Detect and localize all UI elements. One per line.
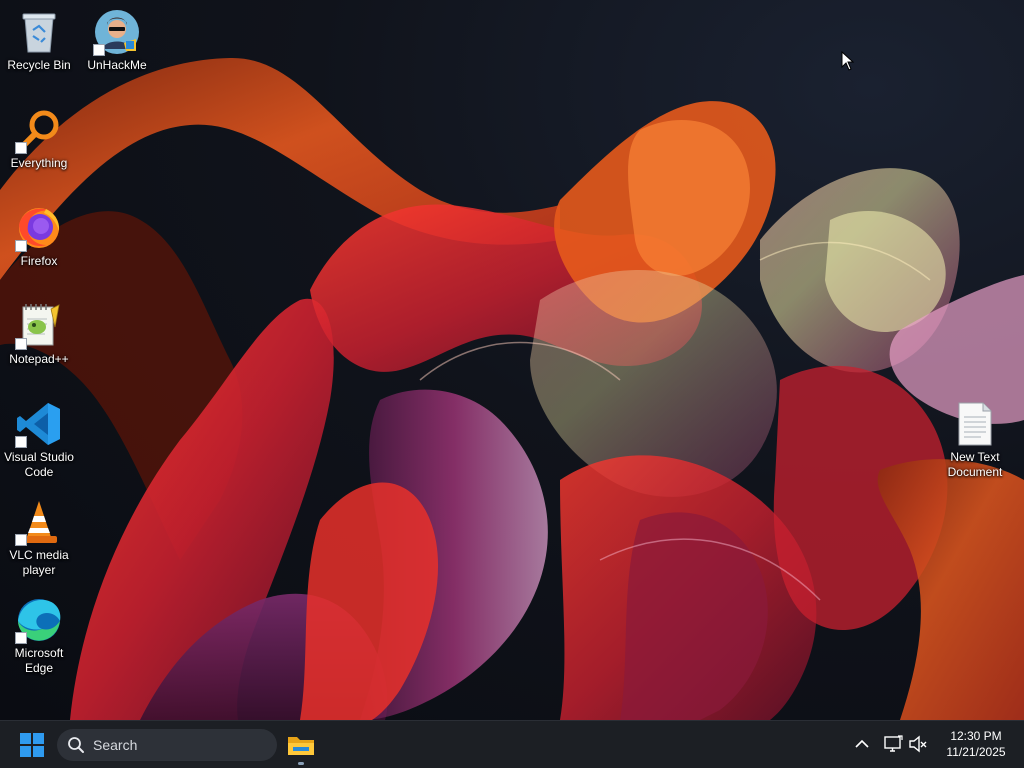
desktop-icon-firefox[interactable]: Firefox (0, 204, 78, 269)
vscode-icon (15, 400, 63, 448)
clock-date: 11/21/2025 (946, 745, 1006, 759)
desktop-icon-notepad-plus-plus[interactable]: Notepad++ (0, 302, 78, 367)
firefox-icon (15, 204, 63, 252)
shortcut-arrow-icon (15, 534, 27, 546)
desktop-icon-everything[interactable]: Everything (0, 106, 78, 171)
network-icon (884, 735, 903, 752)
everything-search-icon (15, 106, 63, 154)
desktop-icon-vscode[interactable]: Visual Studio Code (0, 400, 78, 480)
shortcut-arrow-icon (15, 338, 27, 350)
desktop-icon-label: VLC media player (9, 548, 69, 577)
taskbar: Search 12:30 PM 11/21/2025 (0, 720, 1024, 768)
edge-icon (15, 596, 63, 644)
chevron-up-icon (855, 739, 869, 748)
text-document-icon (951, 400, 999, 448)
taskbar-file-explorer-button[interactable] (283, 727, 319, 763)
desktop-icon-label: Recycle Bin (7, 58, 71, 72)
start-button[interactable] (15, 731, 49, 759)
shortcut-arrow-icon (93, 44, 105, 56)
windows-logo-icon (20, 733, 44, 757)
active-app-indicator (298, 762, 304, 765)
shortcut-arrow-icon (15, 436, 27, 448)
desktop-icon-label: Visual Studio Code (4, 450, 74, 479)
file-explorer-icon (288, 737, 314, 755)
desktop-icon-vlc[interactable]: VLC media player (0, 498, 78, 578)
desktop-icon-label: UnHackMe (87, 58, 147, 72)
desktop[interactable]: Recycle Bin UnHackMe Everything Firefox … (0, 0, 1024, 720)
vlc-icon (15, 498, 63, 546)
shortcut-arrow-icon (15, 142, 27, 154)
wallpaper-image (0, 57, 1024, 720)
desktop-icon-label: Firefox (20, 254, 58, 268)
clock-time: 12:30 PM (950, 729, 1002, 743)
show-hidden-icons-button[interactable] (851, 733, 873, 755)
desktop-icon-label: Microsoft Edge (14, 646, 64, 675)
desktop-icon-label: Notepad++ (9, 352, 69, 366)
shortcut-arrow-icon (15, 632, 27, 644)
search-icon (68, 737, 84, 753)
taskbar-clock[interactable]: 12:30 PM 11/21/2025 (936, 728, 1016, 760)
recycle-bin-icon (15, 8, 63, 56)
mouse-pointer-icon (841, 51, 855, 71)
volume-muted-icon (909, 735, 927, 753)
desktop-icon-recycle-bin[interactable]: Recycle Bin (0, 8, 78, 73)
desktop-icon-unhackme[interactable]: UnHackMe (78, 8, 156, 73)
desktop-icon-new-text-document[interactable]: New Text Document (936, 400, 1014, 480)
notepad-plus-plus-icon (15, 302, 63, 350)
search-placeholder: Search (93, 737, 138, 753)
volume-button[interactable] (907, 733, 929, 755)
taskbar-search-box[interactable]: Search (57, 729, 277, 761)
unhackme-icon (93, 8, 141, 56)
desktop-icon-edge[interactable]: Microsoft Edge (0, 596, 78, 676)
desktop-icon-label: New Text Document (947, 450, 1003, 479)
desktop-icon-label: Everything (10, 156, 68, 170)
network-status-button[interactable] (882, 733, 904, 755)
shortcut-arrow-icon (15, 240, 27, 252)
